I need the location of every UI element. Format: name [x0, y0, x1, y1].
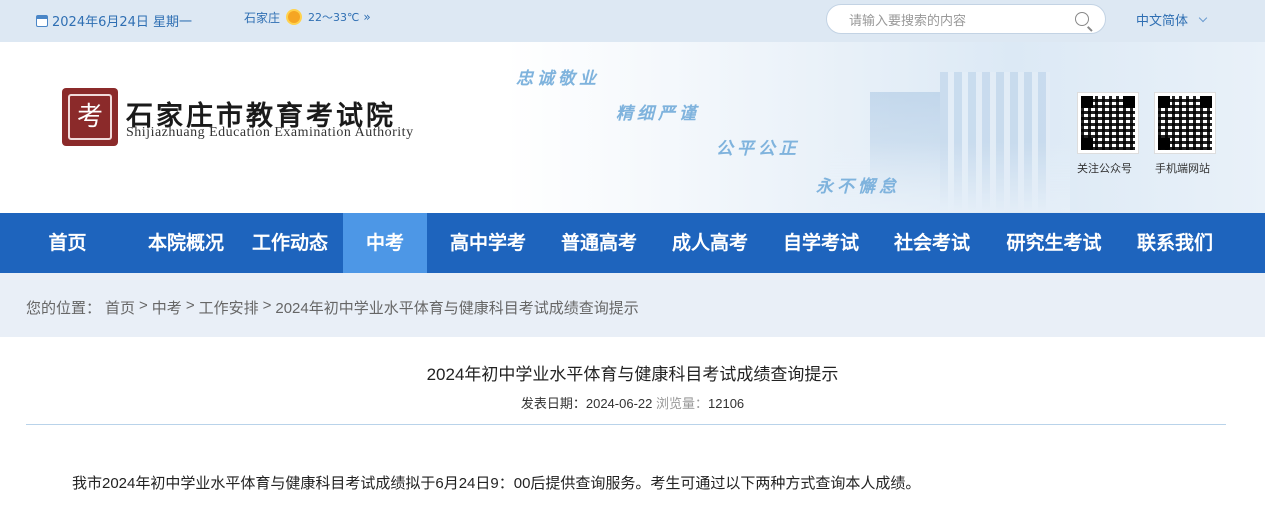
search-box	[826, 4, 1106, 34]
wechat-qr-code	[1077, 92, 1139, 154]
breadcrumb: 您的位置： 首页 > 中考 > 工作安排 > 2024年初中学业水平体育与健康科…	[26, 297, 639, 318]
sun-icon	[284, 7, 304, 27]
calendar-icon	[36, 14, 48, 27]
mobile-site-qr-code	[1154, 92, 1216, 154]
breadcrumb-separator: >	[139, 297, 148, 314]
breadcrumb-bar: 您的位置： 首页 > 中考 > 工作安排 > 2024年初中学业水平体育与健康科…	[0, 273, 1265, 337]
weather-temperature: 22～33℃	[308, 11, 360, 24]
article-meta: 发表日期：2024-06-22 浏览量：12106	[0, 393, 1265, 412]
weather-city: 石家庄	[244, 10, 281, 25]
slogan-3: 公平公正	[716, 139, 800, 159]
publish-date: 2024-06-22	[585, 396, 653, 411]
language-label: 中文简体	[1136, 14, 1189, 29]
views-count: 12106	[708, 396, 745, 411]
weather-widget[interactable]: 石家庄 22～33℃ »	[244, 7, 371, 27]
slogan-2: 精细严谨	[616, 104, 700, 124]
breadcrumb-separator: >	[262, 297, 272, 314]
org-name-english: Shijiazhuang Education Examination Autho…	[126, 125, 414, 140]
article-divider	[26, 424, 1226, 425]
article-body-paragraph: 我市2024年初中学业水平体育与健康科目考试成绩拟于6月24日9：00后提供查询…	[72, 475, 921, 492]
weather-more-link[interactable]: »	[363, 10, 370, 24]
logo-seal[interactable]: 考	[62, 88, 118, 146]
nav-item-home[interactable]: 首页	[0, 213, 135, 273]
site-header: 考 石家庄市教育考试院 Shijiazhuang Education Exami…	[0, 42, 1265, 213]
date-text: 2024年6月24日 星期一	[52, 15, 193, 30]
breadcrumb-prefix: 您的位置：	[26, 300, 102, 317]
breadcrumb-home[interactable]: 首页	[105, 297, 135, 318]
nav-item-about[interactable]: 本院概况	[135, 213, 237, 273]
wechat-qr-label: 关注公众号	[1077, 163, 1132, 175]
article-title: 2024年初中学业水平体育与健康科目考试成绩查询提示	[426, 365, 839, 384]
slogan-4: 永不懈怠	[816, 177, 900, 197]
search-icon[interactable]	[1075, 12, 1089, 26]
top-bar: 2024年6月24日 星期一 石家庄 22～33℃ » 中文简体	[0, 0, 1265, 42]
publish-date-label: 发表日期：	[520, 396, 586, 411]
main-nav: 首页 本院概况 工作动态 中考 高中学考 普通高考 成人高考 自学考试 社会考试…	[0, 213, 1265, 273]
nav-item-self-study-exam[interactable]: 自学考试	[771, 213, 871, 273]
nav-item-news[interactable]: 工作动态	[237, 213, 343, 273]
nav-item-adult-exam[interactable]: 成人高考	[649, 213, 771, 273]
mobile-site-qr-label: 手机端网站	[1155, 163, 1210, 175]
language-selector[interactable]: 中文简体	[1136, 10, 1208, 29]
nav-item-contact[interactable]: 联系我们	[1115, 213, 1235, 273]
nav-item-zhongkao[interactable]: 中考	[343, 213, 427, 273]
breadcrumb-work-arrangement[interactable]: 工作安排	[199, 297, 259, 318]
slogan-1: 忠诚敬业	[516, 69, 600, 89]
views-label: 浏览量：	[655, 396, 708, 411]
breadcrumb-zhongkao[interactable]: 中考	[152, 297, 182, 318]
breadcrumb-separator: >	[185, 297, 195, 314]
date-display: 2024年6月24日 星期一	[36, 11, 192, 30]
breadcrumb-current-page[interactable]: 2024年初中学业水平体育与健康科目考试成绩查询提示	[275, 297, 638, 318]
search-input[interactable]	[849, 11, 1069, 29]
nav-item-high-school-exam[interactable]: 高中学考	[427, 213, 549, 273]
nav-item-gaokao[interactable]: 普通高考	[549, 213, 649, 273]
chevron-down-icon	[1198, 13, 1208, 22]
nav-item-postgraduate-exam[interactable]: 研究生考试	[993, 213, 1115, 273]
nav-item-social-exam[interactable]: 社会考试	[871, 213, 993, 273]
